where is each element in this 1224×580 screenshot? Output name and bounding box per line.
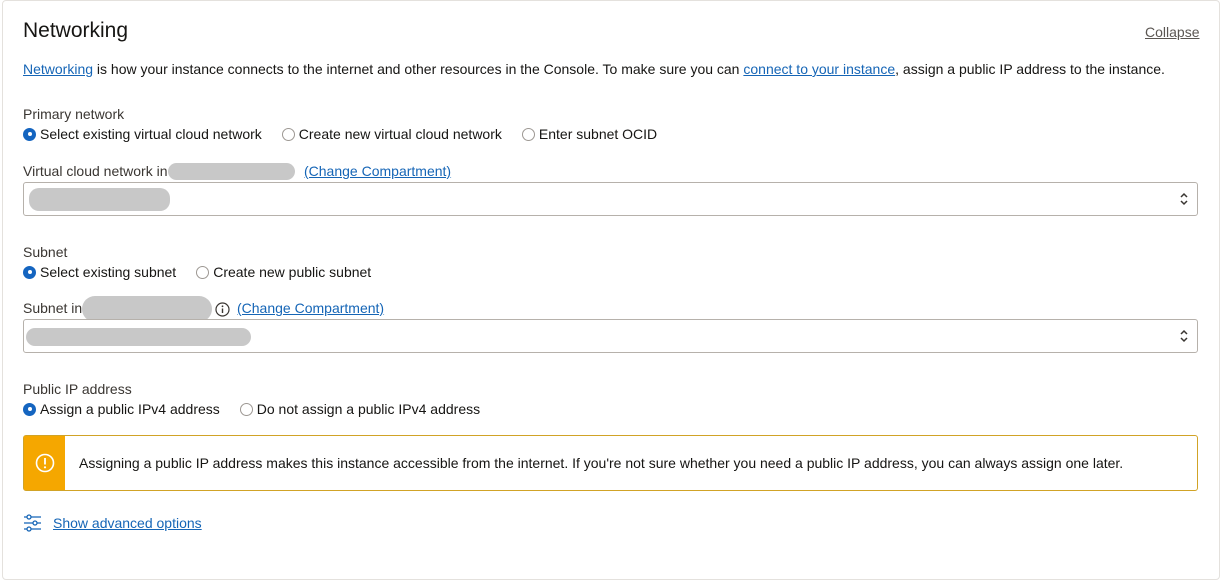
radio-label: Select existing virtual cloud network [40,126,262,142]
networking-panel [2,0,1220,580]
radio-button[interactable] [239,402,253,416]
radio-select-existing-vcn[interactable]: Select existing virtual cloud network [23,126,262,142]
subnet-label: Subnet in [23,300,83,316]
show-advanced-options-link[interactable]: Show advanced options [53,515,202,531]
info-icon[interactable] [215,302,230,317]
warning-text: Assigning a public IP address makes this… [79,455,1124,471]
subnet-radio-group: Select existing subnet Create new public… [23,262,371,282]
radio-create-new-public-subnet[interactable]: Create new public subnet [196,264,371,280]
redacted-vcn-value [29,188,170,211]
radio-do-not-assign-public-ipv4[interactable]: Do not assign a public IPv4 address [239,401,481,417]
subnet-select[interactable] [23,319,1198,353]
networking-doc-link[interactable]: Networking [23,61,93,77]
sliders-icon [24,514,41,532]
radio-assign-public-ipv4[interactable]: Assign a public IPv4 address [23,401,220,417]
radio-button-checked[interactable] [23,127,36,141]
radio-button[interactable] [521,127,535,141]
intro-text-1: is how your instance connects to the int… [93,61,744,77]
radio-label: Create new virtual cloud network [298,126,502,142]
radio-select-existing-subnet[interactable]: Select existing subnet [23,264,176,280]
radio-button-checked[interactable] [23,402,36,416]
radio-label: Enter subnet OCID [538,126,658,142]
public-ip-radio-group: Assign a public IPv4 address Do not assi… [23,399,480,419]
public-ip-warning-alert: Assigning a public IP address makes this… [23,435,1198,491]
radio-label: Assign a public IPv4 address [40,401,220,417]
radio-create-new-vcn[interactable]: Create new virtual cloud network [281,126,502,142]
intro-paragraph: Networking is how your instance connects… [23,61,1165,77]
primary-network-radio-group: Select existing virtual cloud network Cr… [23,124,657,144]
radio-button-checked[interactable] [23,265,36,279]
select-chevron-icon [1180,329,1188,343]
vcn-change-compartment-link[interactable]: (Change Compartment) [304,163,451,179]
select-chevron-icon [1180,192,1188,206]
section-title: Networking [23,19,129,42]
radio-enter-subnet-ocid[interactable]: Enter subnet OCID [521,126,658,142]
radio-label: Select existing subnet [40,264,177,280]
radio-label: Create new public subnet [213,264,372,280]
intro-text-2: , assign a public IP address to the inst… [895,61,1165,77]
primary-network-label: Primary network [23,106,125,122]
radio-label: Do not assign a public IPv4 address [256,401,481,417]
subnet-change-compartment-link[interactable]: (Change Compartment) [237,300,384,316]
vcn-select[interactable] [23,182,1198,216]
vcn-label: Virtual cloud network in [23,163,168,179]
radio-button[interactable] [196,265,210,279]
public-ip-label: Public IP address [23,381,132,397]
connect-instance-link[interactable]: connect to your instance [743,61,895,77]
redacted-compartment [168,163,295,180]
warning-icon [35,453,54,473]
warning-bar [24,436,65,490]
radio-button[interactable] [281,127,295,141]
advanced-options-toggle[interactable]: Show advanced options [23,514,202,532]
redacted-subnet-value [26,328,251,346]
subnet-group-label: Subnet [23,244,68,260]
collapse-link[interactable]: Collapse [1145,24,1199,40]
